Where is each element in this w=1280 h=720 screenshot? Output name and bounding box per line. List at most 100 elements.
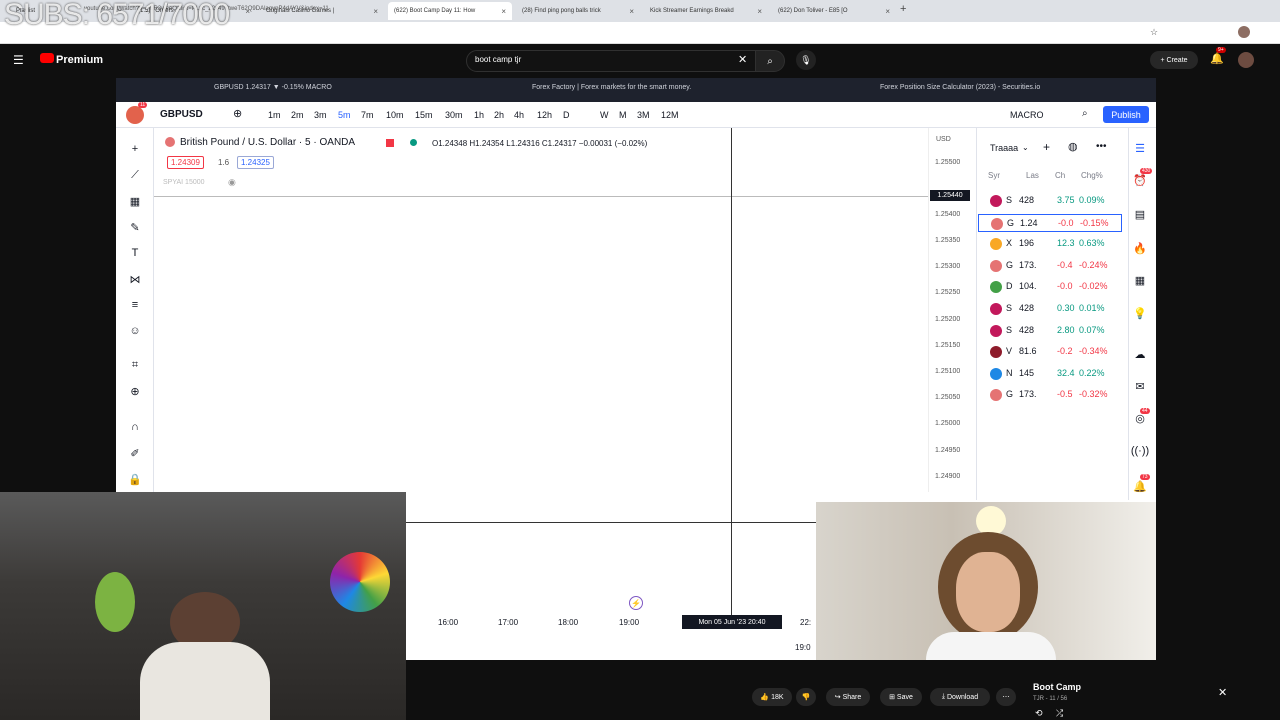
embedded-tab[interactable]: Forex Position Size Calculator (2023) - … <box>880 84 1040 91</box>
price-axis[interactable] <box>928 128 976 492</box>
watchlist-row[interactable]: G 173. -0.5 -0.32% <box>978 386 1122 404</box>
download-button[interactable]: ⤓ Download <box>930 688 990 706</box>
close-icon[interactable]: ✕ <box>1218 686 1227 699</box>
magnet-icon[interactable]: ∩ <box>128 420 142 434</box>
timeframe-30m[interactable]: 30m <box>445 110 463 120</box>
timeframe-10m[interactable]: 10m <box>386 110 404 120</box>
data-window-icon[interactable]: ▤ <box>1132 206 1148 222</box>
embedded-tab[interactable]: Forex Factory | Forex markets for the sm… <box>532 84 691 91</box>
sell-price[interactable]: 1.24309 <box>167 156 204 169</box>
account-avatar[interactable] <box>1238 52 1254 68</box>
bookmark-star-icon[interactable]: ☆ <box>1150 27 1158 38</box>
watchlist-row[interactable]: G 173. -0.4 -0.24% <box>978 257 1122 275</box>
layout-name[interactable]: MACRO <box>1010 110 1044 120</box>
streams-icon[interactable]: ☁ <box>1132 346 1148 362</box>
watchlist-row[interactable]: S 428 2.80 0.07% <box>978 322 1122 340</box>
lightning-icon[interactable]: ⚡ <box>629 596 643 610</box>
chat-icon[interactable]: ✉ <box>1132 378 1148 394</box>
playlist-title[interactable]: Boot Camp <box>1033 682 1081 692</box>
timeframe-12h[interactable]: 12h <box>537 110 552 120</box>
loop-icon[interactable]: ⟲ <box>1035 708 1043 719</box>
watchlist-icon[interactable]: ☰ <box>1132 140 1148 156</box>
browser-tab[interactable]: Kick Streamer Earnings Breakd × <box>644 2 768 20</box>
currency-label[interactable]: USD <box>936 136 951 143</box>
timeframe-2h[interactable]: 2h <box>494 110 504 120</box>
share-button[interactable]: ↪ Share <box>826 688 870 706</box>
prediction-icon[interactable]: ≡ <box>128 298 142 312</box>
close-icon[interactable]: × <box>885 7 890 16</box>
timeframe-M[interactable]: M <box>619 110 627 120</box>
save-button[interactable]: ⊞ Save <box>880 688 922 706</box>
profile-avatar[interactable] <box>1238 26 1250 38</box>
watchlist-title[interactable]: Traaaa <box>990 143 1018 153</box>
text-tool-icon[interactable]: T <box>128 246 142 260</box>
dislike-button[interactable]: 👎 <box>796 688 816 706</box>
close-icon[interactable]: × <box>757 7 762 16</box>
timeframe-15m[interactable]: 15m <box>415 110 433 120</box>
timeframe-1m[interactable]: 1m <box>268 110 281 120</box>
ruler-icon[interactable]: ⌗ <box>128 358 142 372</box>
calendar-icon[interactable]: ▦ <box>1132 272 1148 288</box>
timeframe-2m[interactable]: 2m <box>291 110 304 120</box>
timeframe-3m[interactable]: 3m <box>314 110 327 120</box>
broadcast-icon[interactable]: ((·)) <box>1131 443 1149 459</box>
shuffle-icon[interactable]: ⤮ <box>1056 708 1063 719</box>
browser-tab[interactable]: (28) Find ping pong balls trick × <box>516 2 640 20</box>
more-actions-button[interactable]: ⋯ <box>996 688 1016 706</box>
watchlist-row[interactable]: V 81.6 -0.2 -0.34% <box>978 343 1122 361</box>
close-icon[interactable]: × <box>373 7 378 16</box>
watchlist-row[interactable]: X 196 12.3 0.63% <box>978 235 1122 253</box>
watchlist-row[interactable]: G 1.24 -0.0 -0.15% <box>978 213 1122 232</box>
timeframe-7m[interactable]: 7m <box>361 110 374 120</box>
new-tab-icon[interactable]: + <box>900 3 906 15</box>
watchlist-settings-icon[interactable]: ◍ <box>1068 140 1078 153</box>
brush-icon[interactable]: ✎ <box>128 220 142 234</box>
watchlist-row[interactable]: N 145 32.4 0.22% <box>978 365 1122 383</box>
timeframe-4h[interactable]: 4h <box>514 110 524 120</box>
timeframe-12M[interactable]: 12M <box>661 110 679 120</box>
chart-symbol-title[interactable]: British Pound / U.S. Dollar · 5 · OANDA <box>180 137 355 148</box>
emoji-icon[interactable]: ☺ <box>128 324 142 338</box>
tv-avatar[interactable] <box>126 106 144 124</box>
like-button[interactable]: 👍 18K <box>752 688 792 706</box>
compare-add-icon[interactable]: ⊕ <box>233 107 242 120</box>
clear-search-icon[interactable]: ✕ <box>738 53 747 66</box>
search-icon[interactable]: ⌕ <box>1082 108 1088 119</box>
col-symbol[interactable]: Syr <box>988 171 1000 180</box>
col-last[interactable]: Las <box>1026 171 1039 180</box>
ideas-icon[interactable]: 💡 <box>1132 305 1148 321</box>
timeframe-3M[interactable]: 3M <box>637 110 650 120</box>
watchlist-row[interactable]: S 428 3.75 0.09% <box>978 192 1122 210</box>
watchlist-row[interactable]: D 104. -0.0 -0.02% <box>978 278 1122 296</box>
youtube-logo-icon[interactable] <box>40 53 54 63</box>
hotlist-icon[interactable]: 🔥 <box>1132 240 1148 256</box>
flag-icon[interactable] <box>386 139 394 147</box>
alerts-icon[interactable]: ⏰ <box>1132 172 1148 188</box>
timeframe-W[interactable]: W <box>600 110 609 120</box>
buy-price[interactable]: 1.24325 <box>237 156 274 169</box>
close-icon[interactable]: × <box>629 7 634 16</box>
close-icon[interactable]: × <box>501 7 506 16</box>
timeframe-5m[interactable]: 5m <box>338 110 351 120</box>
more-icon[interactable]: ••• <box>1096 141 1107 152</box>
publish-button[interactable]: Publish <box>1103 106 1149 123</box>
browser-tab[interactable]: (622) Don Toliver - E85 [O × <box>772 2 896 20</box>
indicator-label[interactable]: SPYAI 15000 <box>163 179 205 186</box>
menu-icon[interactable]: ☰ <box>13 53 24 67</box>
notifications-bell-icon[interactable]: 🔔 <box>1210 52 1224 65</box>
chevron-down-icon[interactable]: ⌄ <box>1022 143 1029 152</box>
create-button[interactable]: + Create <box>1150 51 1198 69</box>
col-change-pct[interactable]: Chg% <box>1081 171 1103 180</box>
trendline-icon[interactable]: ⟋ <box>128 168 142 182</box>
zoom-icon[interactable]: ⊕ <box>128 384 142 398</box>
embedded-tab[interactable]: GBPUSD 1.24317 ▼ -0.15% MACRO <box>214 84 332 91</box>
watchlist-row[interactable]: S 428 0.30 0.01% <box>978 300 1122 318</box>
eye-icon[interactable]: ◉ <box>228 177 236 188</box>
voice-search-button[interactable]: 🎙 <box>796 50 816 70</box>
lock-drawing-icon[interactable]: ✐ <box>128 446 142 460</box>
timeframe-D[interactable]: D <box>563 110 570 120</box>
fib-icon[interactable]: ▦ <box>128 194 142 208</box>
timeframe-1h[interactable]: 1h <box>474 110 484 120</box>
add-symbol-icon[interactable]: + <box>1043 140 1050 154</box>
search-button[interactable]: ⌕ <box>755 50 785 72</box>
